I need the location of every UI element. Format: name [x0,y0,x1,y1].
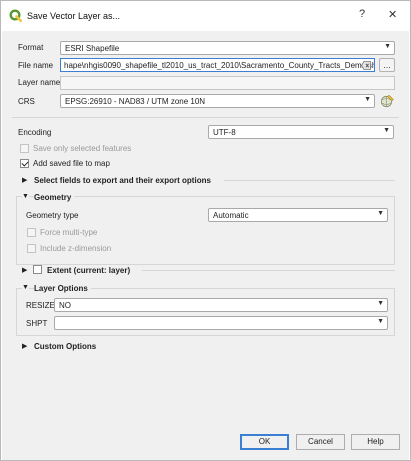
geometry-type-label: Geometry type [26,211,79,220]
chevron-down-icon: ▼ [384,43,391,50]
encoding-value: UTF-8 [213,128,236,137]
layer-options-section[interactable]: Layer Options [34,284,91,293]
globe-wrench-icon [380,94,394,108]
window-title: Save Vector Layer as... [27,11,121,21]
chevron-down-icon: ▼ [377,318,384,325]
chevron-down-icon: ▼ [377,300,384,307]
crs-label: CRS [18,97,35,106]
force-multi-label: Force multi-type [40,228,98,237]
resize-label: RESIZE [26,301,55,310]
add-saved-checkbox[interactable] [20,159,29,168]
custom-options-section[interactable]: Custom Options [34,342,96,351]
help-button[interactable]: Help [351,434,400,450]
chevron-down-icon: ▼ [377,210,384,217]
crs-selector-button[interactable] [379,93,395,109]
shpt-select[interactable]: ▼ [54,316,388,330]
include-z-checkbox[interactable] [27,244,36,253]
dialog-body: Format ESRI Shapefile ▼ File name hape\n… [2,31,409,460]
format-select[interactable]: ESRI Shapefile ▼ [60,41,395,55]
filename-value: hape\nhgis0090_shapefile_tl2010_us_tract… [64,61,375,70]
qgis-logo-icon [9,9,22,22]
save-selected-checkbox[interactable] [20,144,29,153]
divider [224,180,395,181]
save-selected-label: Save only selected features [33,144,132,153]
extent-section[interactable]: Extent (current: layer) [47,266,130,275]
layername-label: Layer name [18,78,61,87]
divider [142,270,395,271]
divider [12,117,399,118]
chevron-down-icon: ▼ [364,96,371,103]
filename-input[interactable]: hape\nhgis0090_shapefile_tl2010_us_tract… [60,58,375,72]
force-multi-checkbox[interactable] [27,228,36,237]
format-label: Format [18,43,44,52]
browse-button[interactable]: ... [379,58,395,72]
expand-triangle-icon[interactable]: ▶ [22,342,27,350]
encoding-select[interactable]: UTF-8 ▼ [208,125,394,139]
collapse-triangle-icon[interactable]: ▼ [22,284,29,291]
crs-value: EPSG:26910 - NAD83 / UTM zone 10N [65,97,206,106]
ok-button[interactable]: OK [240,434,289,450]
encoding-label: Encoding [18,128,52,137]
filename-label: File name [18,61,54,70]
extent-checkbox[interactable] [33,265,42,274]
geometry-type-select[interactable]: Automatic ▼ [208,208,388,222]
select-fields-section[interactable]: Select fields to export and their export… [34,176,211,185]
add-saved-label: Add saved file to map [33,159,110,168]
close-icon[interactable]: ✕ [388,8,397,21]
cancel-button[interactable]: Cancel [296,434,345,450]
layername-input[interactable] [60,76,395,90]
format-value: ESRI Shapefile [65,44,120,53]
title-bar: Save Vector Layer as... ? ✕ [1,1,410,31]
expand-triangle-icon[interactable]: ▶ [22,266,27,274]
expand-triangle-icon[interactable]: ▶ [22,176,27,184]
crs-select[interactable]: EPSG:26910 - NAD83 / UTM zone 10N ▼ [60,94,375,108]
shpt-label: SHPT [26,319,48,328]
resize-value: NO [59,301,71,310]
help-question-icon[interactable]: ? [359,8,365,20]
chevron-down-icon: ▼ [383,127,390,134]
geometry-section[interactable]: Geometry [34,193,75,202]
clear-text-icon[interactable] [361,61,371,70]
include-z-label: Include z-dimension [40,244,112,253]
geometry-type-value: Automatic [213,211,249,220]
save-vector-layer-dialog: Save Vector Layer as... ? ✕ Format ESRI … [0,0,411,461]
collapse-triangle-icon[interactable]: ▼ [22,193,29,200]
resize-select[interactable]: NO ▼ [54,298,388,312]
